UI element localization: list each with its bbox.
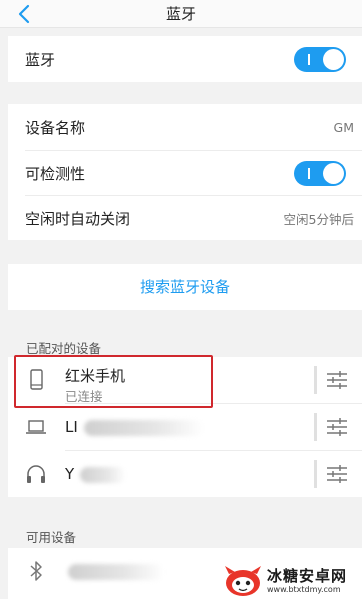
page-title: 蓝牙 bbox=[165, 5, 196, 23]
separator bbox=[314, 413, 317, 441]
separator bbox=[314, 366, 317, 394]
watermark-url: www.btxtdmy.com bbox=[267, 585, 341, 594]
device-name-value: GM bbox=[333, 119, 354, 135]
settings-card: 设备名称 GM 可检测性 空闲时自动关闭 空闲5分钟后 bbox=[8, 104, 362, 240]
toggle-on-mark bbox=[308, 167, 310, 179]
watermark-logo bbox=[225, 566, 261, 596]
headphones-icon bbox=[27, 465, 45, 483]
bluetooth-toggle[interactable] bbox=[294, 46, 346, 72]
device-name-label: 设备名称 bbox=[25, 118, 86, 137]
separator bbox=[314, 460, 317, 488]
search-devices-button[interactable]: 搜索蓝牙设备 bbox=[8, 264, 362, 310]
sliders-icon[interactable] bbox=[326, 464, 348, 484]
sliders-icon[interactable] bbox=[326, 417, 348, 437]
highlight-box bbox=[14, 355, 213, 408]
auto-off-value: 空闲5分钟后 bbox=[283, 211, 354, 227]
bluetooth-card: 蓝牙 bbox=[8, 36, 362, 82]
bluetooth-row[interactable]: 蓝牙 bbox=[8, 36, 362, 82]
auto-off-row[interactable]: 空闲时自动关闭 空闲5分钟后 bbox=[8, 196, 362, 240]
device-name-row[interactable]: 设备名称 GM bbox=[8, 104, 362, 150]
bluetooth-label: 蓝牙 bbox=[25, 50, 56, 69]
device-name: Y bbox=[65, 465, 75, 483]
discoverable-toggle[interactable] bbox=[294, 160, 346, 186]
blurred-name bbox=[80, 467, 126, 483]
blurred-name bbox=[68, 564, 164, 580]
toggle-on-mark bbox=[308, 53, 310, 65]
discoverable-label: 可检测性 bbox=[25, 164, 86, 183]
device-name: LI bbox=[65, 418, 78, 436]
search-card: 搜索蓝牙设备 bbox=[8, 264, 362, 310]
toggle-knob bbox=[323, 48, 344, 70]
bluetooth-icon bbox=[30, 561, 42, 581]
paired-device-row[interactable]: LI bbox=[8, 404, 362, 450]
blurred-name bbox=[84, 420, 204, 436]
sliders-icon[interactable] bbox=[326, 370, 348, 390]
auto-off-label: 空闲时自动关闭 bbox=[25, 209, 131, 228]
paired-device-row[interactable]: Y bbox=[8, 451, 362, 497]
watermark-text: 冰糖安卓网 bbox=[267, 567, 348, 585]
top-bar: 蓝牙 bbox=[0, 0, 362, 28]
watermark: 冰糖安卓网 www.btxtdmy.com bbox=[223, 563, 358, 599]
laptop-icon bbox=[26, 420, 46, 434]
toggle-knob bbox=[323, 162, 344, 184]
discoverable-row[interactable]: 可检测性 bbox=[8, 151, 362, 195]
available-devices-header: 可用设备 bbox=[26, 530, 77, 545]
